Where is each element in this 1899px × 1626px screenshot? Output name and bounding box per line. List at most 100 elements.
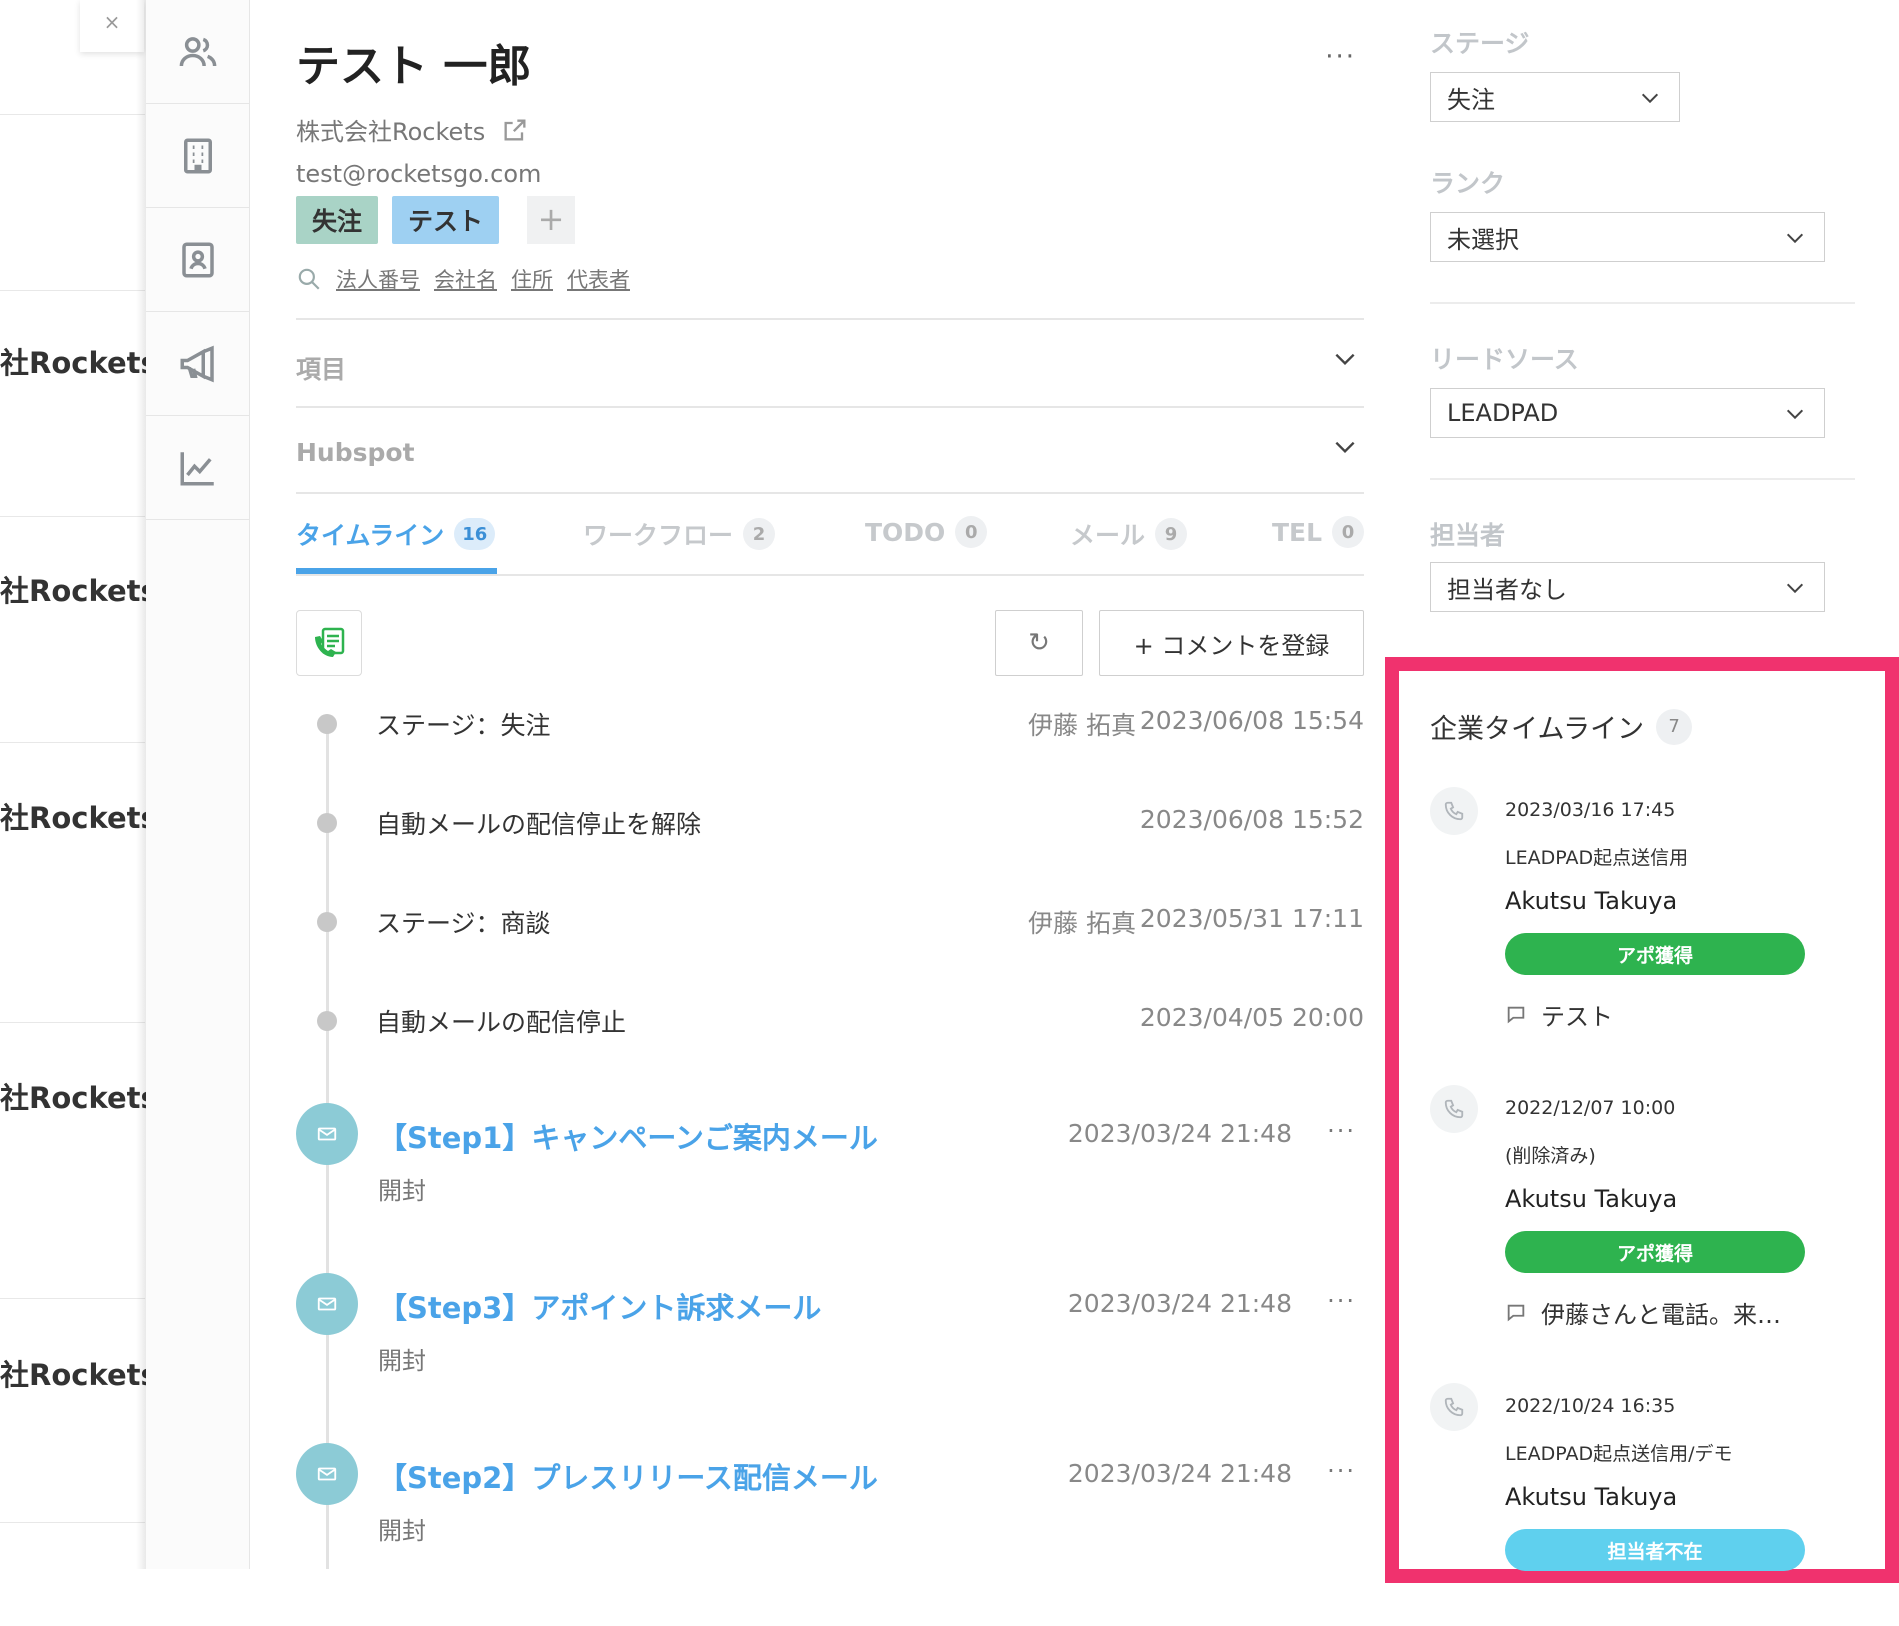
timeline-dot [317,714,337,734]
rank-select[interactable]: 未選択 [1430,212,1825,262]
tab-count-badge: 0 [1332,516,1365,548]
more-options-button[interactable]: ··· [1327,1287,1356,1315]
tag-chip[interactable]: 失注 [296,196,379,244]
section-items[interactable]: 項目 [296,318,1364,408]
company-timeline-panel: 企業タイムライン 7 2023/03/16 17:45 LEADPAD起点送信用… [1385,657,1899,1583]
select-value: 失注 [1447,85,1495,114]
tab-label: ワークフロー [583,521,734,550]
timeline-dot [317,813,337,833]
lookup-corporate-number-link[interactable]: 法人番号 [336,264,420,294]
refresh-button[interactable]: ↻ [995,610,1083,676]
entry-source: LEADPAD起点送信用 [1505,847,1689,869]
list-item[interactable]: 社Rockets [0,340,158,382]
chart-icon[interactable] [146,416,250,520]
external-link-icon[interactable] [501,116,529,144]
entry-person: Akutsu Takuya [1505,1185,1678,1213]
mail-icon [296,1443,358,1505]
divider [1430,302,1855,304]
chevron-down-icon [1786,233,1804,244]
list-divider [0,742,145,743]
mail-title-link[interactable]: 【Step1】キャンペーンご案内メール [378,1115,878,1157]
close-icon[interactable]: × [80,0,144,52]
list-item[interactable]: 社Rockets [0,1075,158,1117]
chevron-down-icon [1641,93,1659,104]
entry-person: Akutsu Takuya [1505,887,1678,915]
select-value: 担当者なし [1447,575,1567,604]
list-divider [0,114,145,115]
chevron-down-icon [1786,583,1804,594]
rank-label: ランク [1430,169,1506,198]
section-hubspot[interactable]: Hubspot [296,406,1364,496]
tab-tel[interactable]: TEL 0 [1272,516,1365,548]
chevron-down-icon [1786,409,1804,420]
list-item[interactable]: 社Rockets [0,795,158,837]
timeline-text: ステージ：商談 [376,909,551,938]
building-icon[interactable] [146,104,250,208]
more-options-button[interactable]: ··· [1325,42,1356,72]
entry-source: (削除済み) [1505,1145,1596,1167]
tag-list: 失注 テスト + [296,196,576,244]
contact-email[interactable]: test@rocketsgo.com [296,160,541,188]
lead-source-select[interactable]: LEADPAD [1430,388,1825,438]
contact-detail: テスト 一郎 ··· 株式会社Rockets test@rocketsgo.co… [296,0,1365,1569]
company-timeline-header: 企業タイムライン 7 [1430,707,1693,746]
tab-todo[interactable]: TODO 0 [865,516,988,548]
owner-select[interactable]: 担当者なし [1430,562,1825,612]
phone-icon [1430,1383,1478,1431]
list-divider [0,1298,145,1299]
divider [296,492,1364,494]
add-tag-button[interactable]: + [527,196,576,244]
timeline-dot [317,1011,337,1031]
list-divider [0,290,145,291]
tab-timeline[interactable]: タイムライン 16 [296,516,496,552]
call-log-button[interactable] [296,610,362,676]
mail-title-link[interactable]: 【Step3】アポイント訴求メール [378,1285,821,1327]
tab-mail[interactable]: メール 9 [1070,516,1188,552]
select-value: 未選択 [1447,225,1519,254]
timeline-dot [317,912,337,932]
icon-rail [146,0,250,1569]
lookup-representative-link[interactable]: 代表者 [567,264,630,294]
lookup-company-name-link[interactable]: 会社名 [434,264,497,294]
company-name[interactable]: 株式会社Rockets [296,112,485,147]
chevron-down-icon [1335,353,1355,366]
more-options-button[interactable]: ··· [1327,1117,1356,1145]
entry-datetime: 2023/03/16 17:45 [1505,799,1676,821]
comment-text: 伊藤さんと電話。来… [1541,1301,1781,1329]
more-options-button[interactable]: ··· [1327,1457,1356,1485]
stage-select[interactable]: 失注 [1430,72,1680,122]
contact-card-icon[interactable] [146,208,250,312]
select-value: LEADPAD [1447,399,1559,427]
timeline-text: ステージ：失注 [376,711,551,740]
users-icon[interactable] [146,0,250,104]
lookup-address-link[interactable]: 住所 [511,264,553,294]
owner-label: 担当者 [1430,521,1506,550]
tab-workflow[interactable]: ワークフロー 2 [583,516,776,552]
record-list: × 社Rockets 社Rockets 社Rockets 社Rockets 社R… [0,0,158,1569]
result-badge: アポ獲得 [1505,1231,1805,1273]
timeline-date: 2023/05/31 17:11 [1139,904,1364,933]
entry-source: LEADPAD起点送信用/デモ [1505,1443,1733,1465]
add-comment-button[interactable]: + コメントを登録 [1099,610,1364,676]
count-badge: 7 [1656,708,1693,745]
phone-icon [1430,1085,1478,1133]
mail-icon [296,1103,358,1165]
mail-date: 2023/03/24 21:48 [1067,1459,1292,1488]
mail-title-link[interactable]: 【Step2】プレスリリース配信メール [378,1455,878,1497]
timeline-user: 伊藤 拓真 [1028,909,1136,938]
contact-name: テスト 一郎 [296,41,532,92]
mail-status: 開封 [378,1517,426,1545]
tag-chip[interactable]: テスト [392,196,500,244]
phone-list-icon [315,627,345,657]
timeline-date: 2023/04/05 20:00 [1139,1003,1364,1032]
timeline-date: 2023/06/08 15:54 [1139,706,1364,735]
divider [296,574,1364,576]
lookup-links: 法人番号 会社名 住所 代表者 [296,264,630,294]
phone-icon [1430,787,1478,835]
timeline-text: 自動メールの配信停止 [376,1008,627,1037]
company-timeline-title: 企業タイムライン [1430,714,1645,745]
entry-comment: 伊藤さんと電話。来… [1505,1295,1781,1330]
list-item[interactable]: 社Rockets [0,568,158,610]
megaphone-icon[interactable] [146,312,250,416]
list-item[interactable]: 社Rockets [0,1352,158,1394]
